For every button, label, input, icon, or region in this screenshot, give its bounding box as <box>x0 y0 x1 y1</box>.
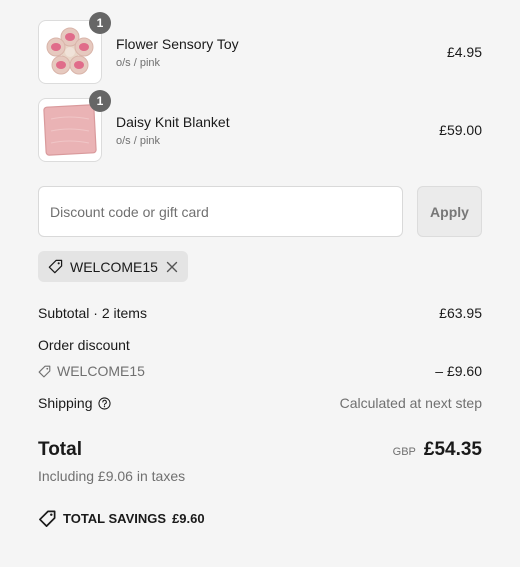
apply-discount-button[interactable]: Apply <box>417 186 482 237</box>
shipping-label-wrap: Shipping <box>38 395 111 411</box>
line-item: 1 Flower Sensory Toy o/s / pink £4.95 <box>38 12 482 84</box>
help-icon[interactable] <box>97 396 111 410</box>
savings-value: £9.60 <box>172 511 205 526</box>
shipping-row: Shipping Calculated at next step <box>38 395 482 411</box>
tax-note: Including £9.06 in taxes <box>38 468 186 484</box>
order-discount-label: Order discount <box>38 337 130 353</box>
discount-code-text: WELCOME15 <box>57 363 145 379</box>
tag-icon <box>38 365 51 377</box>
total-row: Total GBP £54.35 <box>38 439 482 461</box>
item-name: Flower Sensory Toy <box>116 35 239 52</box>
discount-code-input[interactable] <box>38 186 403 237</box>
savings-label: TOTAL SAVINGS <box>63 511 167 526</box>
discount-code-line: WELCOME15 <box>38 363 145 379</box>
total-savings: TOTAL SAVINGS £9.60 <box>38 509 205 528</box>
applied-code-label: WELCOME15 <box>70 258 158 275</box>
flower-toy-image <box>46 27 94 75</box>
currency-code: GBP <box>392 446 416 458</box>
item-price: £4.95 <box>446 44 482 60</box>
applied-discount-chip: WELCOME15 <box>38 251 188 282</box>
tag-icon <box>48 259 63 274</box>
shipping-label: Shipping <box>38 395 93 411</box>
blanket-image <box>43 104 97 156</box>
line-item: 1 Daisy Knit Blanket o/s / pink £59.00 <box>38 90 482 162</box>
item-variant: o/s / pink <box>116 56 161 69</box>
subtotal-row: Subtotal · 2 items £63.95 <box>38 305 482 321</box>
item-variant: o/s / pink <box>116 134 161 147</box>
tax-note-row: Including £9.06 in taxes <box>38 468 482 484</box>
discount-value: – £9.60 <box>435 363 482 379</box>
subtotal-value: £63.95 <box>439 305 482 321</box>
discount-row: Apply <box>38 186 482 237</box>
savings-tag-icon <box>39 510 56 527</box>
item-info: Daisy Knit Blanket o/s / pink <box>116 114 439 147</box>
quantity-badge: 1 <box>89 90 111 112</box>
total-amount: GBP £54.35 <box>393 439 482 461</box>
item-info: Flower Sensory Toy o/s / pink <box>116 36 447 69</box>
product-thumbnail-wrapper: 1 <box>38 12 111 84</box>
product-thumbnail-wrapper: 1 <box>38 90 111 162</box>
item-name: Daisy Knit Blanket <box>116 113 230 130</box>
total-value: £54.35 <box>423 439 482 460</box>
total-label: Total <box>38 439 82 460</box>
discount-code-row: WELCOME15 – £9.60 <box>38 363 482 379</box>
shipping-value: Calculated at next step <box>339 395 482 411</box>
subtotal-label: Subtotal · 2 items <box>38 305 147 321</box>
item-price: £59.00 <box>439 122 482 138</box>
quantity-badge: 1 <box>89 12 111 34</box>
order-discount-row: Order discount <box>38 337 482 353</box>
close-icon[interactable] <box>166 261 178 273</box>
